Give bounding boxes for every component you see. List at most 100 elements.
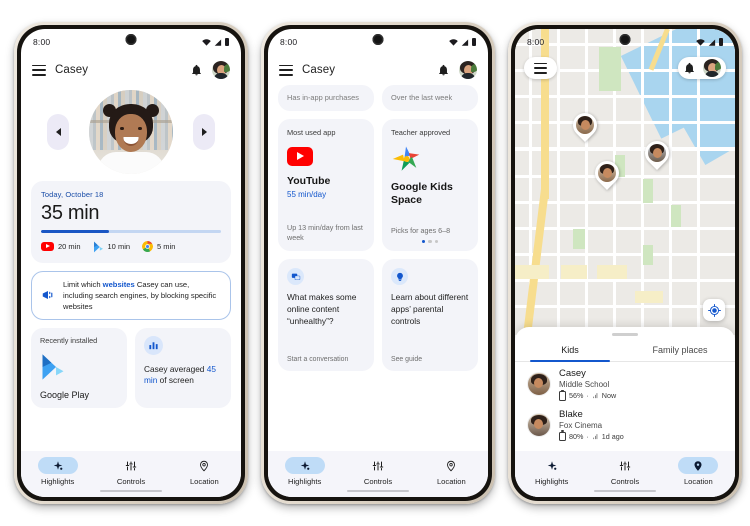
- kid-pin-2[interactable]: [640, 136, 674, 170]
- hamburger-menu-icon[interactable]: [32, 64, 46, 76]
- map-menu-button[interactable]: [524, 57, 557, 79]
- teacher-approved-card[interactable]: Teacher approved Google Kids Space Picks…: [382, 119, 478, 251]
- weekly-average-card[interactable]: Casey averaged 45 min of screen: [135, 327, 231, 408]
- notification-bell-icon[interactable]: [437, 63, 450, 77]
- gesture-bar: [347, 489, 409, 492]
- location-pin-icon: [678, 457, 719, 474]
- avatar: [527, 412, 551, 437]
- usage-date: Today, October 18: [41, 190, 104, 199]
- status-icons: [449, 38, 476, 46]
- guide-footer: See guide: [391, 356, 423, 363]
- my-location-icon[interactable]: [703, 299, 725, 321]
- tip-text-link[interactable]: websites: [103, 280, 135, 289]
- kid-name: Casey: [559, 368, 586, 379]
- youtube-icon: [287, 147, 313, 166]
- signal-icon: [708, 38, 716, 46]
- hamburger-menu-icon: [534, 62, 547, 74]
- list-item[interactable]: Blake Fox Cinema 80% · 1d ago: [515, 403, 735, 444]
- bottom-navigation: Highlights Controls Location: [515, 451, 735, 497]
- usage-total: 35 min: [41, 202, 100, 224]
- kid-pin-3[interactable]: [590, 156, 624, 190]
- avatar[interactable]: [459, 61, 477, 79]
- website-limit-tip-card[interactable]: Limit which websites Casey can use, incl…: [31, 270, 231, 320]
- kid-meta: 80% · 1d ago: [559, 430, 624, 441]
- carousel-dots[interactable]: [391, 239, 469, 243]
- camera-punch-hole: [372, 34, 384, 45]
- tip-text: Limit which websites Casey can use, incl…: [63, 279, 221, 312]
- phone-2-screen: 8:00 Casey Has in-app purchases Most use…: [268, 29, 488, 497]
- most-used-usage: 55 min/day: [287, 190, 327, 200]
- grid-column-right: Over the last week Teacher approved Goog…: [382, 85, 478, 371]
- nav-label-location: Location: [683, 477, 713, 486]
- bottom-navigation: Highlights Controls Location: [268, 451, 488, 497]
- peek-card-last-week[interactable]: Over the last week: [382, 85, 478, 111]
- sheet-tabs: Kids Family places: [515, 340, 735, 362]
- google-play-icon: [93, 241, 103, 252]
- meta-separator: ·: [586, 391, 589, 401]
- conversation-question-card[interactable]: What makes some online content “unhealth…: [278, 259, 374, 371]
- nav-item-location[interactable]: Location: [662, 457, 735, 486]
- sheet-drag-handle[interactable]: [612, 333, 638, 336]
- app-usage-time: 20 min: [58, 242, 81, 252]
- battery-icon: [559, 430, 566, 441]
- peek-card-in-app-purchases[interactable]: Has in-app purchases: [278, 85, 374, 111]
- avg-prefix: Casey averaged: [144, 363, 207, 374]
- recently-installed-app-name: Google Play: [40, 389, 90, 400]
- app-usage-time: 5 min: [157, 242, 176, 252]
- sliders-icon: [605, 457, 645, 474]
- nav-item-location[interactable]: Location: [168, 457, 241, 486]
- hamburger-menu-icon[interactable]: [279, 64, 293, 76]
- app-usage-time: 10 min: [107, 242, 131, 252]
- nav-item-controls[interactable]: Controls: [341, 457, 414, 486]
- notification-bell-icon[interactable]: [190, 63, 203, 77]
- phone-2: 8:00 Casey Has in-app purchases Most use…: [261, 22, 495, 504]
- notification-bell-icon[interactable]: [683, 61, 696, 75]
- phone-1-bezel: 8:00 Casey Today, October 18 35 min 20 m…: [17, 25, 245, 501]
- recently-installed-label: Recently installed: [40, 335, 98, 345]
- parental-controls-guide-card[interactable]: Learn about different apps’ parental con…: [382, 259, 478, 371]
- kid-name: Blake: [559, 408, 583, 420]
- nav-item-controls[interactable]: Controls: [94, 457, 167, 486]
- kid-pin-1[interactable]: [568, 108, 602, 142]
- avatar[interactable]: [703, 59, 721, 77]
- avg-suffix: of screen: [157, 375, 194, 386]
- weekly-average-text: Casey averaged 45 min of screen: [144, 364, 222, 387]
- kid-info: Blake Fox Cinema 80% · 1d ago: [559, 408, 624, 441]
- bottom-navigation: Highlights Controls Location: [21, 451, 241, 497]
- list-item[interactable]: Casey Middle School 56% · Now: [515, 362, 735, 403]
- app-bar: Casey: [268, 55, 488, 85]
- carousel-next-button[interactable]: [193, 114, 215, 150]
- avatar[interactable]: [212, 61, 230, 79]
- nav-item-controls[interactable]: Controls: [588, 457, 661, 486]
- highlights-scrolled-content: Has in-app purchases Most used app YouTu…: [268, 85, 488, 371]
- wifi-icon: [449, 38, 458, 46]
- tab-family-places[interactable]: Family places: [625, 340, 735, 361]
- highlights-content: Today, October 18 35 min 20 min 10 min 5…: [21, 85, 241, 408]
- app-usage-play: 10 min: [93, 241, 131, 253]
- signal-icon: [461, 38, 469, 46]
- wifi-icon: [202, 38, 211, 46]
- camera-punch-hole: [619, 34, 631, 45]
- carousel-prev-button[interactable]: [47, 114, 69, 150]
- usage-progress-fill: [41, 230, 110, 233]
- nav-item-highlights[interactable]: Highlights: [21, 457, 94, 486]
- battery-icon: [719, 38, 723, 46]
- nav-item-highlights[interactable]: Highlights: [268, 457, 341, 486]
- location-pin-icon: [184, 457, 224, 474]
- phone-3-screen: 8:00 Kids Family places Casey Middle Sch…: [515, 29, 735, 497]
- map-view[interactable]: [515, 29, 735, 335]
- most-used-app-card[interactable]: Most used app YouTube 55 min/day Up 13 m…: [278, 119, 374, 251]
- app-usage-list: 20 min 10 min 5 min: [41, 241, 221, 253]
- recently-installed-card[interactable]: Recently installed Google Play: [31, 327, 127, 408]
- nav-label-controls: Controls: [116, 477, 146, 486]
- tab-kids[interactable]: Kids: [515, 340, 625, 362]
- screen-time-card[interactable]: Today, October 18 35 min 20 min 10 min 5…: [31, 181, 231, 263]
- nav-item-location[interactable]: Location: [415, 457, 488, 486]
- kid-info: Casey Middle School 56% · Now: [559, 368, 616, 401]
- nav-item-highlights[interactable]: Highlights: [515, 457, 588, 486]
- usage-progress-track: [41, 230, 221, 233]
- sliders-icon: [111, 457, 151, 474]
- kid-updated: 1d ago: [601, 431, 624, 441]
- status-icons: [202, 38, 229, 46]
- card-grid: Has in-app purchases Most used app YouTu…: [278, 85, 478, 371]
